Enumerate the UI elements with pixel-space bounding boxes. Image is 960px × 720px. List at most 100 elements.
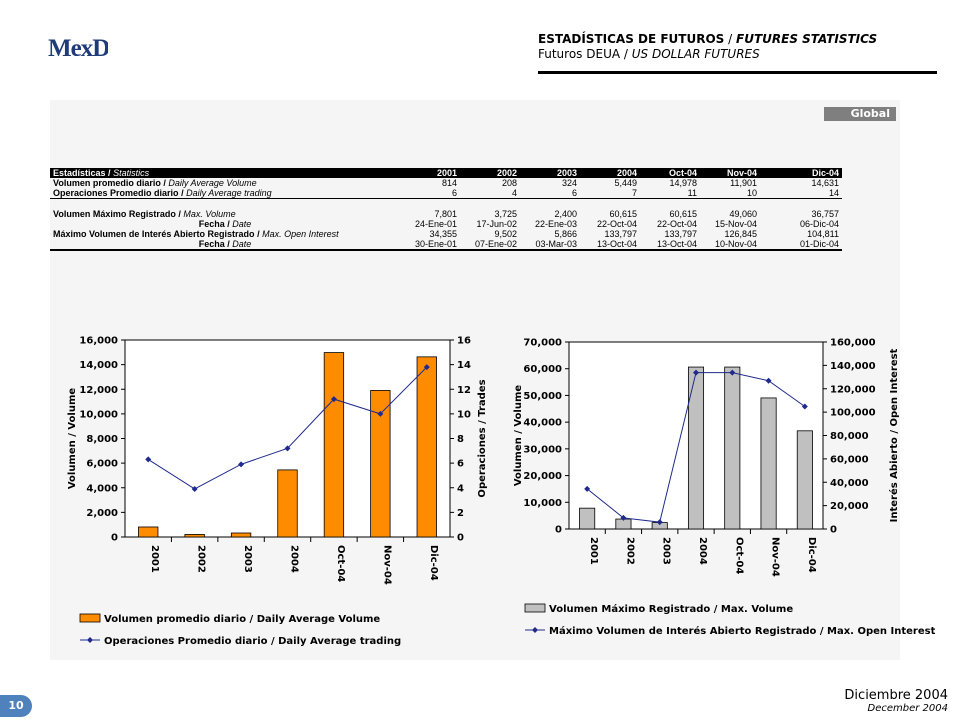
- y-tick-label: 10,000: [79, 409, 118, 420]
- table-cell: 17-Jun-02: [476, 219, 517, 229]
- y-tick-label: 12,000: [79, 385, 118, 396]
- legend-line-marker: [87, 637, 93, 643]
- global-badge: Global: [824, 107, 896, 121]
- legend-line-label: Máximo Volumen de Interés Abierto Regist…: [549, 625, 935, 637]
- table-cell: 5,866: [554, 229, 577, 239]
- y-tick-label: 50,000: [523, 391, 562, 402]
- x-tick-label: Nov-04: [770, 537, 781, 577]
- x-tick-label: 2004: [289, 545, 300, 573]
- table-cell: 11,901: [730, 178, 757, 188]
- y2-tick-label: 120,000: [830, 384, 876, 395]
- table-row: Fecha / Date 24-Ene-01 17-Jun-02 22-Ene-…: [50, 219, 842, 229]
- y2-tick-label: 8: [457, 434, 464, 445]
- y-tick-label: 20,000: [523, 471, 562, 482]
- row-label: Volumen promedio diario / Daily Average …: [53, 178, 257, 188]
- y2-tick-label: 10: [457, 409, 471, 420]
- y-tick-label: 0: [555, 525, 562, 536]
- legend-line-label: Operaciones Promedio diario / Daily Aver…: [104, 636, 401, 647]
- row-label: Operaciones Promedio diario / Daily Aver…: [50, 188, 400, 199]
- column-header: Nov-04: [700, 168, 760, 178]
- bar: [796, 430, 813, 530]
- y2-tick-label: 20,000: [830, 501, 869, 512]
- table-cell: 133,797: [664, 229, 697, 239]
- y-tick-label: 0: [111, 533, 118, 544]
- table-cell: 324: [561, 178, 577, 188]
- y-tick-label: 70,000: [523, 338, 562, 349]
- y-tick-label: 30,000: [523, 444, 562, 455]
- bar: [760, 397, 777, 530]
- table-cell: 208: [501, 178, 517, 188]
- y2-tick-label: 140,000: [830, 361, 876, 372]
- bar: [416, 356, 437, 538]
- table-row: Volumen Máximo Registrado / Max. Volume …: [50, 209, 842, 219]
- x-tick-label: Oct-04: [733, 537, 744, 574]
- table-cell: 22-Ene-03: [534, 219, 577, 229]
- legend-line-marker: [532, 627, 538, 633]
- table-cell: 06-Dic-04: [799, 219, 839, 229]
- page-number: 10: [0, 695, 32, 717]
- table-cell: 22-Oct-04: [596, 219, 637, 229]
- table-row: Volumen promedio diario / Daily Average …: [50, 178, 842, 188]
- table-cell: 24-Ene-01: [414, 219, 457, 229]
- y2-tick-label: 40,000: [830, 478, 869, 489]
- x-tick-label: 2002: [196, 545, 207, 573]
- x-tick-label: Nov-04: [381, 545, 392, 585]
- table-cell: 10-Nov-04: [700, 239, 760, 251]
- bar: [184, 534, 205, 538]
- y-tick-label: 6,000: [86, 459, 118, 470]
- table-cell: 14,631: [811, 178, 839, 188]
- table-cell: 01-Dic-04: [760, 239, 842, 251]
- column-header: Dic-04: [760, 168, 842, 178]
- y2-axis-title: Operaciones / Trades: [477, 379, 488, 497]
- table-header-row: Estadísticas / Statistics 2001 2002 2003…: [50, 168, 842, 178]
- table-cell: 34,355: [429, 229, 457, 239]
- x-tick-label: 2003: [242, 545, 253, 573]
- table-cell: 60,615: [669, 209, 697, 219]
- table-cell: 133,797: [604, 229, 637, 239]
- table-cell: 11: [640, 188, 700, 199]
- table-cell: 10: [700, 188, 760, 199]
- bar: [687, 366, 705, 530]
- bar: [579, 507, 596, 530]
- chart-average-volume: 0 2,000 4,000 6,000 8,000 10,000 12,000 14,000 1…: [67, 336, 488, 648]
- bar: [323, 352, 345, 538]
- footer-date-es: Diciembre 2004: [844, 688, 948, 703]
- table-cell: 6: [520, 188, 580, 199]
- y2-tick-label: 16: [457, 336, 471, 347]
- y-tick-label: 14,000: [79, 360, 118, 371]
- table-cell: 5,449: [614, 178, 637, 188]
- table-cell: 36,757: [811, 209, 839, 219]
- footer-date-en: December 2004: [867, 703, 948, 714]
- y2-tick-label: 80,000: [830, 431, 869, 442]
- legend-bar-label: Volumen promedio diario / Daily Average …: [104, 614, 380, 625]
- y2-tick-label: 100,000: [830, 408, 876, 419]
- table-cell: 22-Oct-04: [656, 219, 697, 229]
- y-tick-label: 10,000: [523, 498, 562, 509]
- y-tick-label: 16,000: [79, 336, 118, 347]
- y-tick-label: 2,000: [86, 508, 118, 519]
- table-cell: 03-Mar-03: [520, 239, 580, 251]
- table-cell: 13-Oct-04: [580, 239, 640, 251]
- table-cell: 7,801: [434, 209, 457, 219]
- table-cell: 3,725: [494, 209, 517, 219]
- bar: [277, 469, 298, 538]
- svg-text:MexDer: MexDer: [48, 35, 108, 62]
- legend-bar-swatch: [524, 603, 546, 613]
- column-header: 2002: [460, 168, 520, 178]
- table-row: Máximo Volumen de Interés Abierto Regist…: [50, 229, 842, 239]
- column-header: 2003: [520, 168, 580, 178]
- column-header: Oct-04: [640, 168, 700, 178]
- header-rule: [538, 71, 937, 74]
- table-cell: 126,845: [724, 229, 757, 239]
- table-cell: 07-Ene-02: [460, 239, 520, 251]
- header-title: ESTADÍSTICAS DE FUTUROS / FUTURES STATIS…: [538, 32, 878, 46]
- y-tick-label: 40,000: [523, 418, 562, 429]
- y2-tick-label: 6: [457, 459, 464, 470]
- x-tick-label: 2004: [697, 537, 708, 565]
- y2-tick-label: 0: [830, 525, 837, 536]
- statistics-table: Estadísticas / Statistics 2001 2002 2003…: [50, 168, 842, 251]
- x-tick-label: 2001: [149, 545, 160, 573]
- mexder-logo: MexDer: [48, 35, 108, 62]
- legend-bar-swatch: [79, 613, 101, 623]
- page-header: ESTADÍSTICAS DE FUTUROS / FUTURES STATIS…: [538, 32, 938, 62]
